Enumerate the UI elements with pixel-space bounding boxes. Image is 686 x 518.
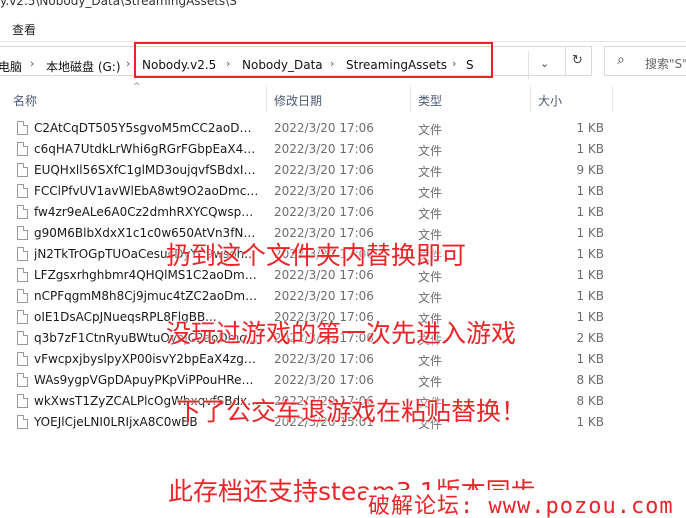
address-history-dropdown[interactable]: ⌄: [528, 51, 562, 79]
file-row[interactable]: c6qHA7UtdkLrWhi6gRGrFGbpEaX4zg... 2022/3/…: [0, 139, 686, 160]
search-box[interactable]: ⌕ 搜索"S": [604, 46, 686, 76]
file-icon: [17, 415, 28, 429]
file-name: vFwcpxjbyslpyXP00isvY2bpEaX4zgue...: [34, 352, 260, 366]
breadcrumb-this-pc[interactable]: 电脑: [0, 58, 22, 75]
column-header-type[interactable]: 类型: [418, 92, 442, 109]
file-name: FCClPfvUV1avWlEbA8wt9O2aoDmcnl...: [34, 184, 260, 198]
file-date: 2022/3/20 17:06: [274, 289, 374, 303]
column-header-size[interactable]: 大小: [538, 92, 562, 109]
window-title: y.v2.5\Nobody_Data\StreamingAssets\S: [0, 0, 237, 8]
file-icon: [17, 142, 28, 156]
address-row: 电脑 › 本地磁盘 (G:) › Nobody.v2.5 › Nobody_Da…: [0, 42, 686, 82]
file-size: 2 KB: [576, 331, 604, 345]
file-icon: [17, 247, 28, 261]
file-date: 2022/3/20 17:06: [274, 373, 374, 387]
breadcrumb-separator[interactable]: ›: [30, 57, 34, 70]
file-type: 文件: [418, 354, 443, 368]
instruction-text-2: 没玩过游戏的第一次先进入游戏: [166, 319, 517, 348]
file-type: 文件: [418, 186, 443, 200]
file-row[interactable]: WAs9ygpVGpDApuyPKpViPPouHReX... 2022/3/20…: [0, 370, 686, 391]
file-size: 1 KB: [576, 184, 604, 198]
file-name: fw4zr9eALe6A0Cz2dmhRXYCQwsphg...: [34, 205, 260, 219]
file-size: 1 KB: [576, 415, 604, 429]
instruction-text-3: 下了公交车退游戏在粘贴替换！: [176, 397, 527, 426]
file-type: 文件: [418, 123, 443, 137]
refresh-button[interactable]: ↻: [566, 46, 592, 76]
column-header-row: ^ 名称 修改日期 类型 大小: [0, 82, 686, 114]
file-size: 1 KB: [576, 310, 604, 324]
file-type: 文件: [418, 375, 443, 389]
file-type: 文件: [418, 207, 443, 221]
file-icon: [17, 163, 28, 177]
file-icon: [17, 352, 28, 366]
column-header-date[interactable]: 修改日期: [274, 92, 322, 109]
file-icon: [17, 184, 28, 198]
file-size: 1 KB: [576, 268, 604, 282]
file-icon: [17, 121, 28, 135]
file-icon: [17, 310, 28, 324]
file-name: nCPFqgmM8h8Cj9jmuc4tZC2aoDmcnl...: [34, 289, 260, 303]
column-divider[interactable]: [266, 86, 267, 112]
file-size: 1 KB: [576, 205, 604, 219]
file-name: c6qHA7UtdkLrWhi6gRGrFGbpEaX4zg...: [34, 142, 260, 156]
file-icon: [17, 373, 28, 387]
file-type: 文件: [418, 144, 443, 158]
file-size: 8 KB: [576, 394, 604, 408]
file-size: 1 KB: [576, 121, 604, 135]
address-highlight-annotation: [134, 42, 493, 78]
file-icon: [17, 226, 28, 240]
file-icon: [17, 394, 28, 408]
file-size: 1 KB: [576, 142, 604, 156]
file-size: 1 KB: [576, 247, 604, 261]
file-date: 2022/3/20 17:06: [274, 142, 374, 156]
ribbon: 查看: [0, 14, 686, 42]
file-size: 8 KB: [576, 373, 604, 387]
file-type: 文件: [418, 291, 443, 305]
file-date: 2022/3/20 17:06: [274, 352, 374, 366]
file-row[interactable]: nCPFqgmM8h8Cj9jmuc4tZC2aoDmcnl... 2022/3/…: [0, 286, 686, 307]
column-header-name[interactable]: 名称: [13, 92, 37, 109]
file-size: 9 KB: [576, 163, 604, 177]
column-divider[interactable]: [530, 86, 531, 112]
file-icon: [17, 331, 28, 345]
search-placeholder: 搜索"S": [645, 57, 686, 71]
file-name: WAs9ygpVGpDApuyPKpViPPouHReX...: [34, 373, 260, 387]
file-icon: [17, 289, 28, 303]
column-divider[interactable]: [410, 86, 411, 112]
breadcrumb-local-disk[interactable]: 本地磁盘 (G:): [46, 58, 121, 75]
instruction-text-1: 扔到这个文件夹内替换即可: [166, 241, 467, 270]
watermark-text: 破解论坛: www.pozou.com: [368, 494, 674, 518]
file-row[interactable]: EUQHxll56SXfC1glMD3oujqvfSBdxIbi... 2022/…: [0, 160, 686, 181]
file-type: 文件: [418, 165, 443, 179]
file-row[interactable]: FCClPfvUV1avWlEbA8wt9O2aoDmcnl... 2022/3/…: [0, 181, 686, 202]
ribbon-tab-view[interactable]: 查看: [12, 21, 36, 38]
column-divider[interactable]: [612, 86, 613, 112]
file-name: C2AtCqDT505Y5sgvoM5mCC2aoDmc...: [34, 121, 260, 135]
file-size: 1 KB: [576, 226, 604, 240]
sort-indicator-icon: ^: [133, 82, 141, 92]
file-name: EUQHxll56SXfC1glMD3oujqvfSBdxIbi...: [34, 163, 260, 177]
file-icon: [17, 205, 28, 219]
chevron-down-icon: ⌄: [540, 57, 550, 70]
file-size: 1 KB: [576, 352, 604, 366]
file-date: 2022/3/20 17:06: [274, 163, 374, 177]
file-row[interactable]: fw4zr9eALe6A0Cz2dmhRXYCQwsphg... 2022/3/2…: [0, 202, 686, 223]
window-title-bar: y.v2.5\Nobody_Data\StreamingAssets\S: [0, 0, 686, 14]
file-row[interactable]: vFwcpxjbyslpyXP00isvY2bpEaX4zgue... 2022/…: [0, 349, 686, 370]
refresh-icon: ↻: [572, 53, 583, 68]
file-date: 2022/3/20 17:06: [274, 121, 374, 135]
search-icon: ⌕: [617, 52, 625, 68]
breadcrumb-separator[interactable]: ›: [126, 57, 130, 70]
file-date: 2022/3/20 17:06: [274, 205, 374, 219]
file-size: 1 KB: [576, 289, 604, 303]
watermark: 破解论坛: www.pozou.com: [366, 490, 686, 518]
file-icon: [17, 268, 28, 282]
file-row[interactable]: C2AtCqDT505Y5sgvoM5mCC2aoDmc... 2022/3/20…: [0, 118, 686, 139]
file-date: 2022/3/20 17:06: [274, 184, 374, 198]
